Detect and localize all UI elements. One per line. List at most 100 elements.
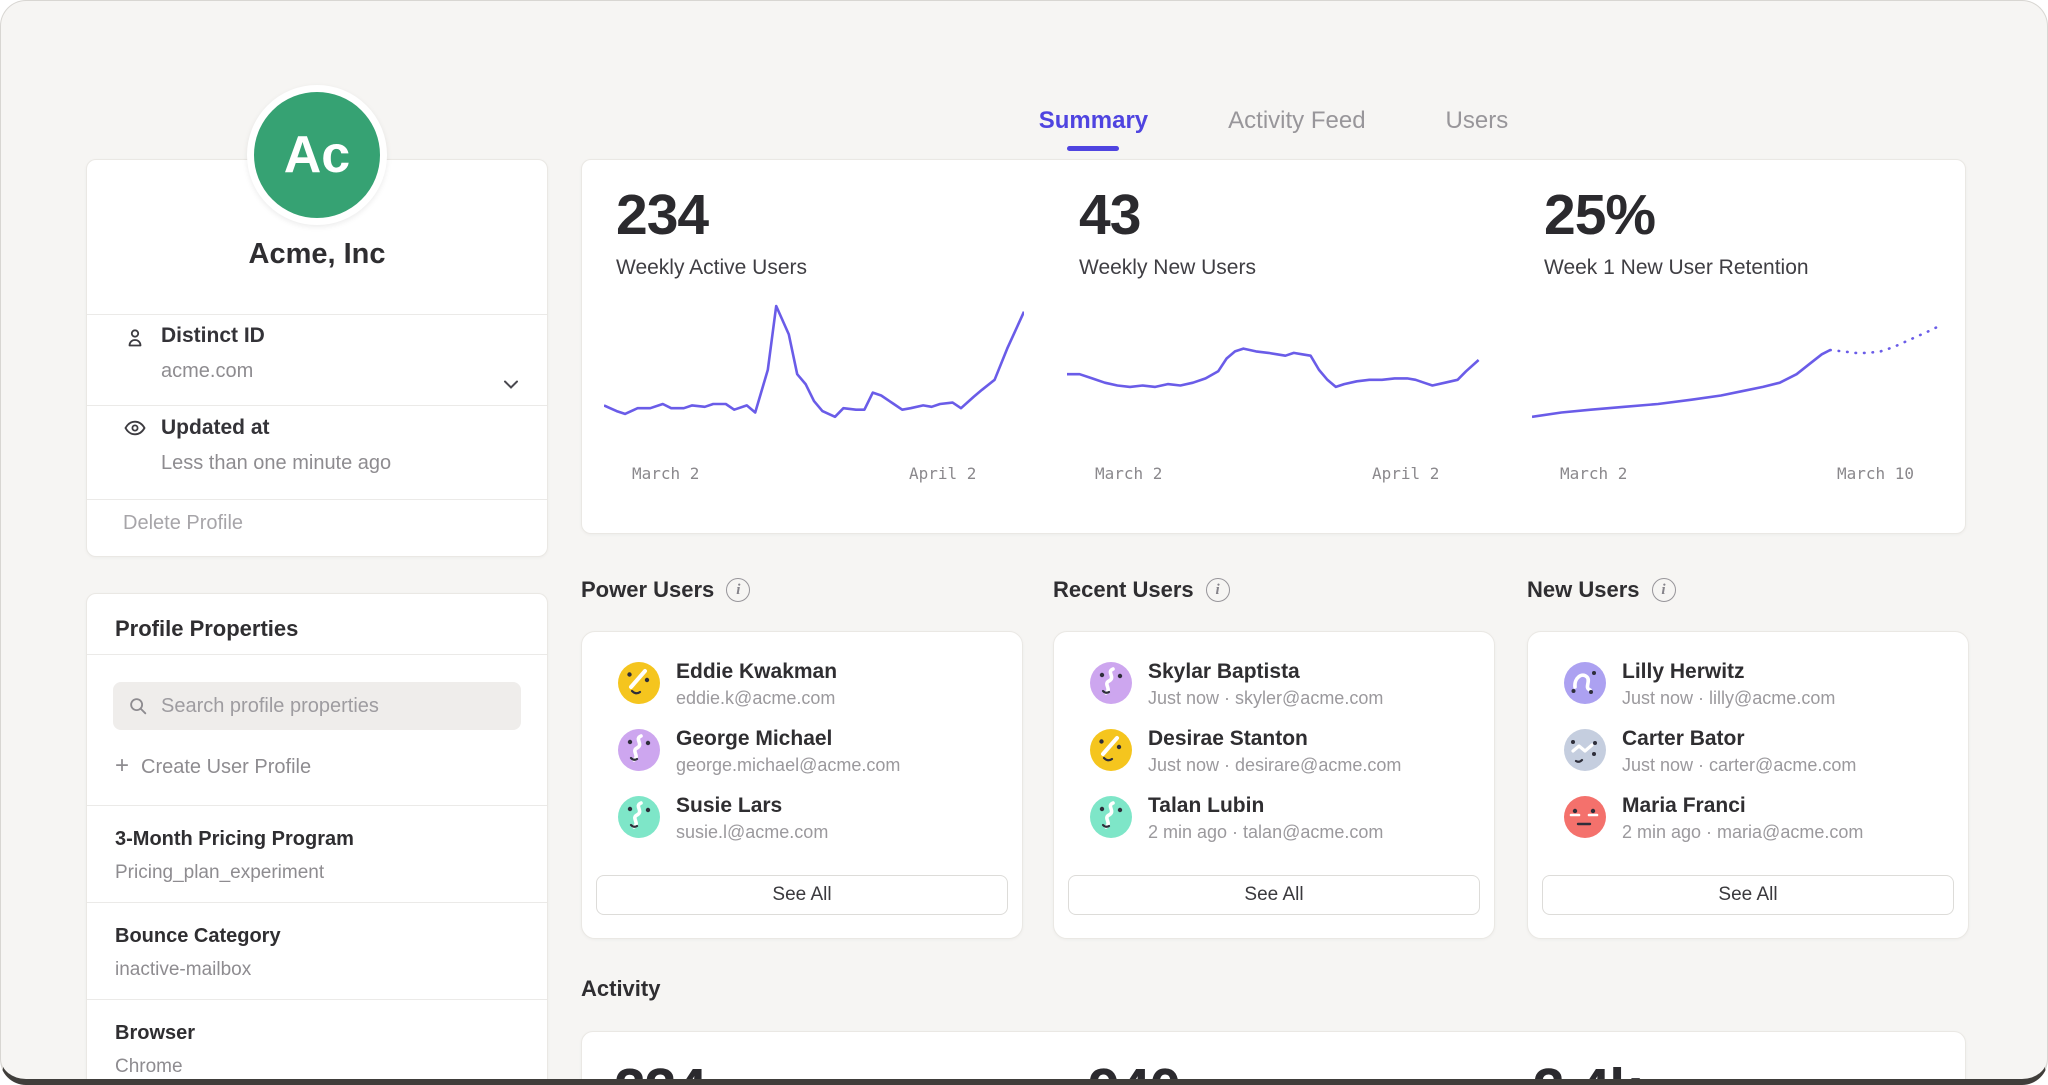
- user-section-new-users: New Users Lilly Herwitz Just now · lilly…: [1527, 575, 1969, 939]
- tabs-row: Summary Activity Feed Users: [581, 107, 1966, 151]
- stat-column: 25% Week 1 New User Retention March 2 Ma…: [1532, 160, 1957, 533]
- user-detail: george.michael@acme.com: [676, 755, 900, 776]
- user-name: Skylar Baptista: [1148, 660, 1300, 684]
- activity-stat-value: 940: [1088, 1056, 1180, 1085]
- divider: [87, 314, 547, 315]
- x-axis-label-right: April 2: [909, 464, 976, 483]
- stat-column: 43 Weekly New Users March 2 April 2: [1067, 160, 1492, 533]
- users-card: Lilly Herwitz Just now · lilly@acme.com …: [1527, 631, 1969, 939]
- user-detail: Just now · lilly@acme.com: [1622, 688, 1835, 709]
- user-name: Maria Franci: [1622, 794, 1746, 818]
- x-axis: March 2 April 2: [1067, 464, 1487, 488]
- user-row[interactable]: George Michael george.michael@acme.com: [618, 727, 1002, 787]
- user-avatar: [1090, 662, 1132, 704]
- user-avatar: [1564, 662, 1606, 704]
- property-row[interactable]: 3-Month Pricing Program Pricing_plan_exp…: [87, 805, 547, 902]
- section-title: New Users: [1527, 577, 1640, 603]
- property-value: inactive-mailbox: [115, 959, 251, 981]
- user-detail: 2 min ago · maria@acme.com: [1622, 822, 1863, 843]
- section-head: Recent Users: [1053, 575, 1495, 605]
- section-title: Power Users: [581, 577, 714, 603]
- delete-profile-button[interactable]: Delete Profile: [123, 512, 243, 535]
- divider: [87, 654, 547, 655]
- user-avatar: [618, 662, 660, 704]
- distinct-id-value: acme.com: [161, 360, 253, 383]
- profile-properties-card: Profile Properties Create User Profile 3…: [86, 593, 548, 1085]
- tab-activity-feed[interactable]: Activity Feed: [1228, 107, 1365, 151]
- stat-label: Weekly Active Users: [616, 256, 807, 280]
- profile-properties-title: Profile Properties: [115, 616, 298, 642]
- property-label: Bounce Category: [115, 925, 281, 948]
- search-icon: [127, 695, 149, 717]
- chevron-down-icon[interactable]: [499, 372, 523, 396]
- user-detail: susie.l@acme.com: [676, 822, 828, 843]
- x-axis-label-right: April 2: [1372, 464, 1439, 483]
- company-avatar: Ac: [247, 85, 387, 225]
- see-all-button[interactable]: See All: [1068, 875, 1480, 915]
- stat-value: 43: [1079, 182, 1140, 248]
- eye-icon: [123, 416, 147, 440]
- activity-stat-value: 3.4k: [1533, 1056, 1640, 1085]
- section-head: New Users: [1527, 575, 1969, 605]
- user-row[interactable]: Susie Lars susie.l@acme.com: [618, 794, 1002, 854]
- section-title: Recent Users: [1053, 577, 1194, 603]
- user-name: Carter Bator: [1622, 727, 1745, 751]
- tab-summary[interactable]: Summary: [1039, 107, 1148, 151]
- user-avatar: [618, 796, 660, 838]
- user-avatar: [1090, 729, 1132, 771]
- user-name: George Michael: [676, 727, 832, 751]
- app-window: Ac Acme, Inc Distinct ID acme.com Update…: [0, 0, 2048, 1085]
- property-row[interactable]: Bounce Category inactive-mailbox: [87, 902, 547, 999]
- stat-label: Week 1 New User Retention: [1544, 256, 1809, 280]
- stat-column: 234 Weekly Active Users March 2 April 2: [604, 160, 1029, 533]
- property-label: Browser: [115, 1022, 195, 1045]
- user-row[interactable]: Carter Bator Just now · carter@acme.com: [1564, 727, 1948, 787]
- property-list: 3-Month Pricing Program Pricing_plan_exp…: [87, 805, 547, 1085]
- section-head: Power Users: [581, 575, 1023, 605]
- info-icon[interactable]: [1652, 578, 1676, 602]
- user-row[interactable]: Lilly Herwitz Just now · lilly@acme.com: [1564, 660, 1948, 720]
- user-avatar: [1090, 796, 1132, 838]
- stat-value: 25%: [1544, 182, 1655, 248]
- user-row[interactable]: Maria Franci 2 min ago · maria@acme.com: [1564, 794, 1948, 854]
- user-row[interactable]: Desirae Stanton Just now · desirare@acme…: [1090, 727, 1474, 787]
- search-profile-properties-input[interactable]: [113, 682, 521, 730]
- user-row[interactable]: Skylar Baptista Just now · skyler@acme.c…: [1090, 660, 1474, 720]
- stat-value: 234: [616, 182, 708, 248]
- property-row[interactable]: Browser Chrome: [87, 999, 547, 1085]
- user-avatar: [618, 729, 660, 771]
- x-axis-label-left: March 2: [1095, 464, 1162, 483]
- company-name: Acme, Inc: [87, 238, 547, 271]
- property-value: Chrome: [115, 1056, 183, 1078]
- x-axis: March 2 April 2: [604, 464, 1024, 488]
- distinct-id-label: Distinct ID: [161, 324, 265, 348]
- user-avatar: [1564, 796, 1606, 838]
- see-all-button[interactable]: See All: [596, 875, 1008, 915]
- divider: [87, 405, 547, 406]
- user-section-power-users: Power Users Eddie Kwakman eddie.k@acme.c…: [581, 575, 1023, 939]
- user-detail: Just now · carter@acme.com: [1622, 755, 1856, 776]
- x-axis-label-left: March 2: [1560, 464, 1627, 483]
- property-label: 3-Month Pricing Program: [115, 828, 354, 851]
- user-name: Desirae Stanton: [1148, 727, 1308, 751]
- user-name: Lilly Herwitz: [1622, 660, 1745, 684]
- property-value: Pricing_plan_experiment: [115, 862, 324, 884]
- stat-label: Weekly New Users: [1079, 256, 1256, 280]
- users-card: Skylar Baptista Just now · skyler@acme.c…: [1053, 631, 1495, 939]
- user-avatar: [1564, 729, 1606, 771]
- create-user-profile-button[interactable]: Create User Profile: [115, 756, 311, 779]
- users-card: Eddie Kwakman eddie.k@acme.com George Mi…: [581, 631, 1023, 939]
- user-row[interactable]: Eddie Kwakman eddie.k@acme.com: [618, 660, 1002, 720]
- user-detail: Just now · desirare@acme.com: [1148, 755, 1401, 776]
- x-axis: March 2 March 10: [1532, 464, 1952, 488]
- info-icon[interactable]: [726, 578, 750, 602]
- x-axis-label-left: March 2: [632, 464, 699, 483]
- see-all-button[interactable]: See All: [1542, 875, 1954, 915]
- user-detail: eddie.k@acme.com: [676, 688, 835, 709]
- user-row[interactable]: Talan Lubin 2 min ago · talan@acme.com: [1090, 794, 1474, 854]
- info-icon[interactable]: [1206, 578, 1230, 602]
- tab-users[interactable]: Users: [1446, 107, 1509, 151]
- plus-icon: [115, 756, 129, 779]
- user-name: Eddie Kwakman: [676, 660, 837, 684]
- line-chart: [1067, 296, 1487, 456]
